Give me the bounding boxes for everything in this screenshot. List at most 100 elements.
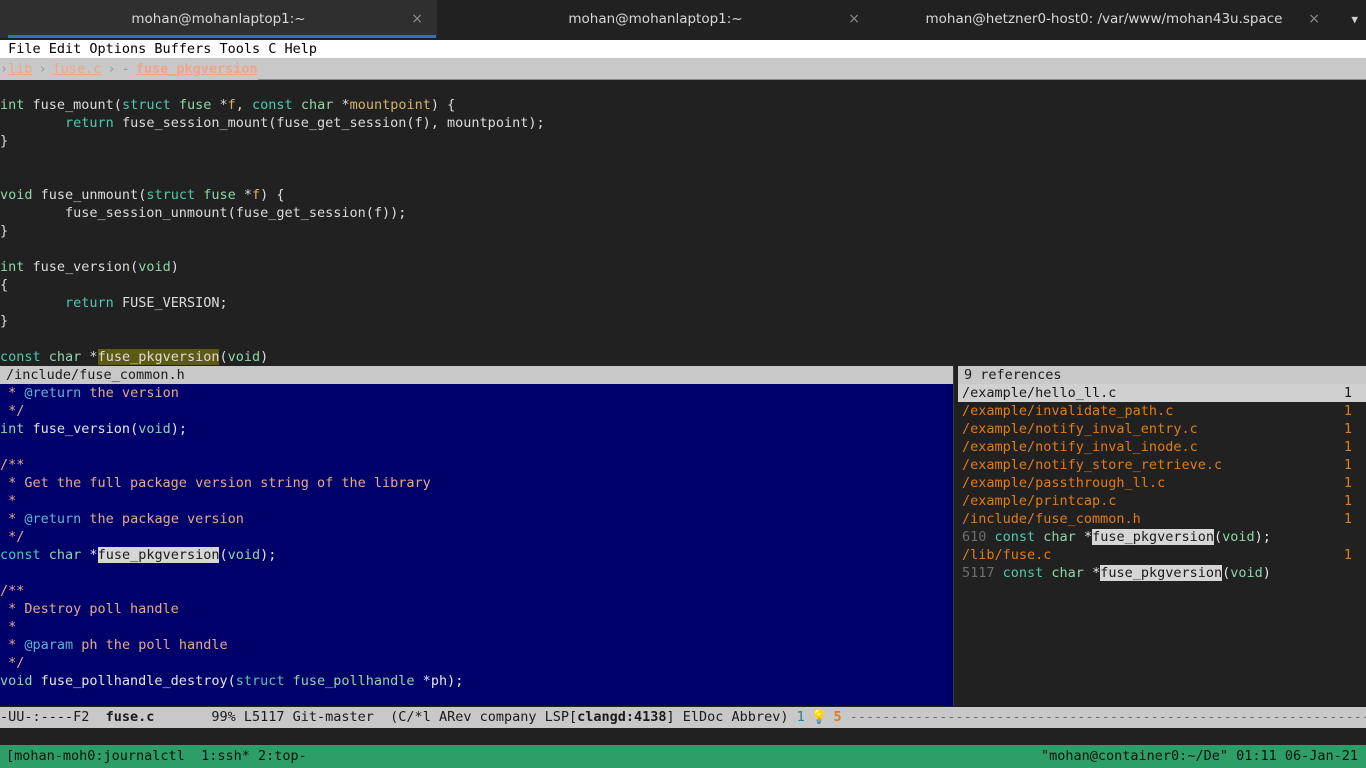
reference-count: 1	[1343, 547, 1352, 563]
terminal-tab-2[interactable]: mohan@mohanlaptop1:~ ×	[437, 0, 874, 38]
reference-file-row[interactable]: /example/invalidate_path.c 1	[958, 402, 1366, 420]
code-token: *	[0, 511, 25, 527]
mode-line-lsp-server: clangd:4138	[577, 709, 667, 725]
doc-line: const char *fuse_pkgversion(void);	[0, 546, 953, 564]
doc-line: *	[0, 492, 953, 510]
terminal-tab-2-title: mohan@mohanlaptop1:~	[568, 11, 743, 27]
terminal-tab-1[interactable]: mohan@mohanlaptop1:~ ×	[0, 0, 437, 38]
code-token: *	[0, 385, 25, 401]
reference-file-path: /include/fuse_common.h	[962, 511, 1141, 527]
code-token: char	[1051, 565, 1093, 581]
code-token: );	[1254, 529, 1271, 545]
code-token: const	[0, 349, 49, 365]
documentation-popup[interactable]: /include/fuse_common.h * @return the ver…	[0, 366, 954, 706]
code-line: void fuse_unmount(struct fuse *f) {	[0, 186, 1366, 204]
tmux-window-list[interactable]: [mohan-moh0:journalctl 1:ssh* 2:top-	[6, 745, 307, 768]
reference-file-path: /lib/fuse.c	[962, 547, 1052, 563]
terminal-window: mohan@mohanlaptop1:~ × mohan@mohanlaptop…	[0, 0, 1366, 768]
code-token: fuse_pkgversion	[1100, 565, 1223, 581]
terminal-tab-2-close-icon[interactable]: ×	[848, 11, 860, 27]
tab-list-dropdown-icon[interactable]: ▼	[1351, 0, 1358, 38]
code-token: fuse_version	[32, 259, 131, 275]
documentation-popup-body: * @return the version */int fuse_version…	[0, 384, 953, 690]
code-token: fuse_session_mount(fuse_get_session(f), …	[113, 115, 545, 131]
doc-line: */	[0, 528, 953, 546]
code-line: int fuse_version(void)	[0, 258, 1366, 276]
code-token: *	[0, 619, 17, 635]
doc-line: *	[0, 618, 953, 636]
code-token: f	[252, 187, 261, 203]
reference-count: 1	[1343, 385, 1352, 401]
doc-line: */	[0, 402, 953, 420]
doc-line: void fuse_pollhandle_destroy(struct fuse…	[0, 672, 953, 690]
doc-line: * @return the package version	[0, 510, 953, 528]
code-token: fuse_pollhandle_destroy	[40, 673, 228, 689]
reference-file-row[interactable]: /lib/fuse.c 1	[958, 546, 1366, 564]
reference-file-path: /example/passthrough_ll.c	[962, 475, 1166, 491]
code-token: }	[0, 223, 9, 239]
code-token: fuse_unmount	[40, 187, 139, 203]
reference-count: 1	[1343, 421, 1352, 437]
doc-line: * Get the full package version string of…	[0, 474, 953, 492]
lightbulb-icon: 💡	[810, 709, 828, 725]
doc-line: /**	[0, 456, 953, 474]
code-token: int	[0, 97, 33, 113]
emacs-menu-bar[interactable]: File Edit Options Buffers Tools C Help	[0, 40, 1366, 58]
code-token: int	[0, 421, 33, 437]
code-token: ) {	[260, 187, 285, 203]
reference-file-path: /example/notify_store_retrieve.c	[962, 457, 1223, 473]
mode-line-modes-tail: ] ElDoc Abbrev)	[666, 709, 797, 725]
breadcrumb-segment-file[interactable]: fuse.c	[53, 61, 102, 77]
reference-file-row[interactable]: /example/notify_inval_entry.c 1	[958, 420, 1366, 438]
code-token: struct	[235, 673, 293, 689]
reference-file-path: /example/invalidate_path.c	[962, 403, 1174, 419]
code-line: }	[0, 222, 1366, 240]
code-token: *	[0, 493, 17, 509]
code-token: ) {	[430, 97, 456, 113]
code-token: fuse_mount	[32, 97, 114, 113]
code-line: }	[0, 132, 1366, 150]
reference-file-row[interactable]: /example/hello_ll.c 1	[958, 384, 1366, 402]
breadcrumb-symbol[interactable]: fuse_pkgversion	[136, 61, 258, 77]
code-token: char	[48, 349, 90, 365]
code-token: void	[138, 421, 171, 437]
doc-line: int fuse_version(void);	[0, 420, 953, 438]
reference-code-row[interactable]: 610 const char *fuse_pkgversion(void);	[958, 528, 1366, 546]
reference-file-row[interactable]: /example/notify_inval_inode.c 1	[958, 438, 1366, 456]
code-token: *	[0, 637, 25, 653]
reference-file-row[interactable]: /example/notify_store_retrieve.c 1	[958, 456, 1366, 474]
terminal-tab-1-close-icon[interactable]: ×	[411, 11, 423, 27]
emacs-mode-line: -UU-:----F2 fuse.c 99% L5117 Git-master …	[0, 707, 1366, 728]
reference-line-number: 610	[962, 529, 995, 545]
code-token: fuse	[203, 187, 244, 203]
references-list[interactable]: /example/hello_ll.c 1/example/invalidate_…	[958, 384, 1366, 582]
doc-line: */	[0, 654, 953, 672]
references-panel[interactable]: 9 references /example/hello_ll.c 1/exampl…	[958, 366, 1366, 706]
code-token: )	[260, 349, 269, 365]
mode-line-buffer-name: fuse.c	[105, 709, 155, 725]
breadcrumb-segment-lib[interactable]: lib	[8, 61, 32, 77]
code-token: (	[219, 547, 228, 563]
reference-count: 1	[1343, 457, 1352, 473]
code-token: char	[300, 97, 342, 113]
tmux-status-bar: [mohan-moh0:journalctl 1:ssh* 2:top- "mo…	[0, 745, 1366, 768]
doc-line: * @param ph the poll handle	[0, 636, 953, 654]
terminal-tab-3[interactable]: mohan@hetzner0-host0: /var/www/mohan43u.…	[874, 0, 1334, 38]
code-token: fuse_session_unmount(fuse_get_session(f)…	[0, 205, 407, 221]
breadcrumb-chevron-icon-2: ›	[38, 61, 47, 77]
terminal-tab-3-title: mohan@hetzner0-host0: /var/www/mohan43u.…	[925, 11, 1283, 27]
reference-code-row[interactable]: 5117 const char *fuse_pkgversion(void)	[958, 564, 1366, 582]
terminal-tab-3-close-icon[interactable]: ×	[1308, 11, 1320, 27]
reference-file-row[interactable]: /include/fuse_common.h 1	[958, 510, 1366, 528]
code-token: )	[170, 259, 179, 275]
code-token: *	[422, 673, 431, 689]
reference-file-row[interactable]: /example/passthrough_ll.c 1	[958, 474, 1366, 492]
code-token: (	[130, 421, 139, 437]
reference-file-row[interactable]: /example/printcap.c 1	[958, 492, 1366, 510]
breadcrumb-dash: -	[121, 61, 130, 77]
reference-count: 1	[1343, 439, 1352, 455]
code-token: }	[0, 313, 9, 329]
mode-line-info-count: 1	[796, 709, 805, 725]
